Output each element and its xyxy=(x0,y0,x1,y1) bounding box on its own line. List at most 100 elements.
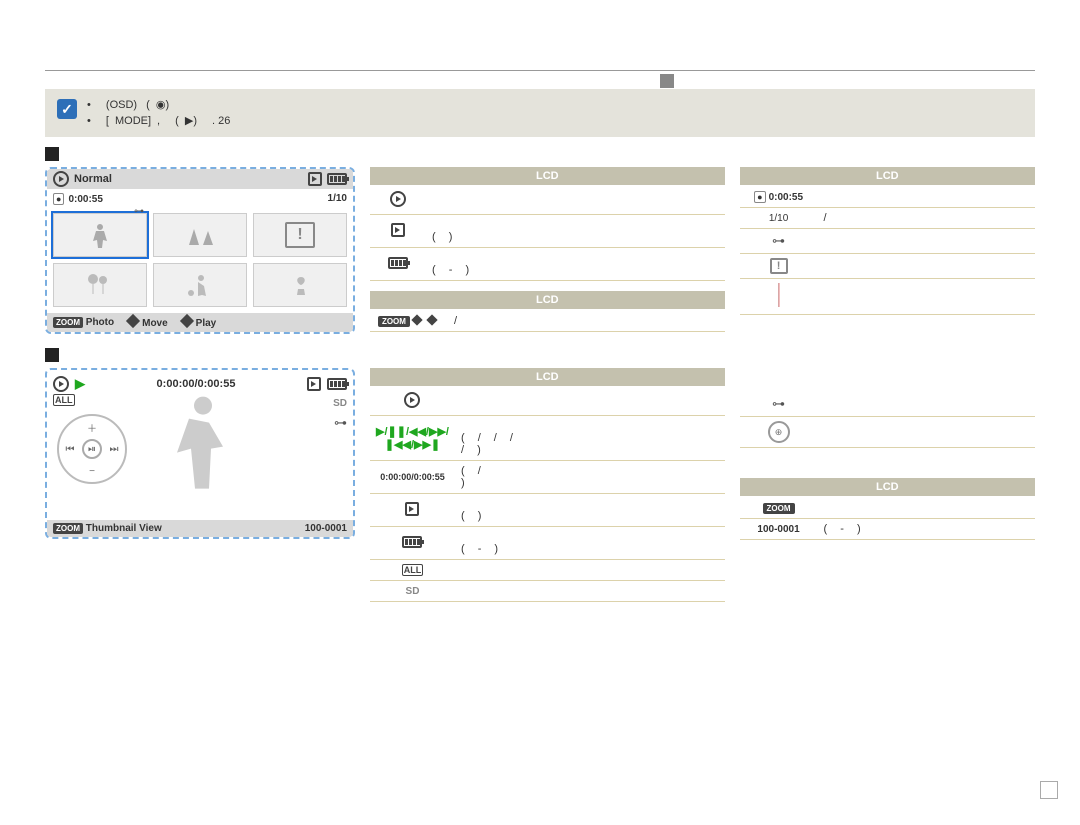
thumb-1-silhouette xyxy=(82,220,118,250)
top-rule xyxy=(45,70,1035,71)
battery-icon xyxy=(327,378,347,390)
legend-col-ef: ⊶ ⊕ LCD ZOOM 100-0001 ( - ) xyxy=(740,368,1035,540)
battery-icon xyxy=(402,536,422,548)
legend-col-a: LCD ( ) ( - ) LCD ZOOM xyxy=(370,167,725,332)
minus-icon: − xyxy=(89,466,95,477)
menu-play[interactable]: Play xyxy=(182,316,217,329)
menu-play-label: Play xyxy=(196,318,217,329)
play-mode-icon xyxy=(404,392,420,408)
all-icon: ALL xyxy=(53,394,75,406)
legend-desc xyxy=(818,187,1035,208)
legend-rec-time: 0:00:55 xyxy=(769,192,803,203)
legend-table-a: ( ) ( - ) xyxy=(370,187,725,281)
ok-icon: ⏯ xyxy=(82,439,102,459)
thumb-5[interactable] xyxy=(153,263,247,307)
legend-desc xyxy=(818,392,1035,417)
legend-row xyxy=(370,187,725,215)
legend-desc: ( ) xyxy=(426,215,725,248)
legend-row: ⊶ xyxy=(740,229,1035,254)
thumbnail-view-label: Thumbnail View xyxy=(86,523,162,534)
section-1-row: Normal ● 0:00:55 1/10 ⊶ xyxy=(45,167,1035,338)
lock-icon: ⊶ xyxy=(134,206,144,217)
diamond-icon xyxy=(411,314,422,325)
zoom-icon: ZOOM xyxy=(53,523,83,534)
lcd-title-b: LCD xyxy=(740,167,1035,185)
menu-zoom[interactable]: ZOOM Photo xyxy=(53,317,114,328)
thumb-rec-time: 0:00:55 xyxy=(68,194,102,205)
single-screen: ▶ 0:00:00/0:00:55 ALL SD ⊶ ＋ ⏮ ⏯ ⏭ xyxy=(45,368,355,539)
thumb-6[interactable] xyxy=(253,263,347,307)
legend-row: ( ) xyxy=(370,494,725,527)
note-mode-label: MODE xyxy=(115,115,148,127)
warning-icon: ! xyxy=(285,222,315,248)
thumb-4-balloons xyxy=(83,271,117,299)
note-page-ref: . 26 xyxy=(212,115,230,127)
legend-row: ALL xyxy=(370,560,725,581)
legend-row: ▶/❚❚/◀◀/▶▶/❚◀◀/▶▶❚ ( / / / / ) xyxy=(370,416,725,461)
legend-row: ( ) xyxy=(370,215,725,248)
menu-move[interactable]: Move xyxy=(128,316,168,329)
section-2-row: ▶ 0:00:00/0:00:55 ALL SD ⊶ ＋ ⏮ ⏯ ⏭ xyxy=(45,368,1035,602)
nav-circle[interactable]: ＋ ⏮ ⏯ ⏭ − xyxy=(57,414,127,484)
memory-card-icon xyxy=(405,502,419,516)
thumb-2[interactable] xyxy=(153,213,247,257)
menu-move-label: Move xyxy=(142,318,168,329)
thumb-4[interactable] xyxy=(53,263,147,307)
single-bottom-bar: ZOOM Thumbnail View 100-0001 xyxy=(47,520,353,537)
legend-table-f: ZOOM 100-0001 ( - ) xyxy=(740,498,1035,540)
thumb-1[interactable]: ⊶ xyxy=(53,213,147,257)
legend-row: ZOOM / xyxy=(370,311,725,332)
section-2-header xyxy=(45,348,1035,362)
thumb-grid: ⊶ ! xyxy=(47,209,353,313)
thumb-counter: 1/10 xyxy=(328,193,347,205)
thumbnail-screen-col: Normal ● 0:00:55 1/10 ⊶ xyxy=(45,167,355,338)
lock-icon: ⊶ xyxy=(334,415,347,431)
legend-table-c: ZOOM / xyxy=(370,311,725,332)
legend-table-d: ▶/❚❚/◀◀/▶▶/❚◀◀/▶▶❚ ( / / / / ) 0:00:00/0… xyxy=(370,388,725,602)
legend-desc xyxy=(818,498,1035,519)
zoom-icon: ZOOM xyxy=(53,317,83,328)
legend-row xyxy=(370,388,725,416)
legend-row: 0:00:00/0:00:55 ( / ) xyxy=(370,461,725,494)
legend-row: ( - ) xyxy=(370,248,725,281)
legend-row: ● 0:00:55 xyxy=(740,187,1035,208)
legend-desc xyxy=(426,187,725,215)
play-mode-icon xyxy=(390,191,406,207)
legend-counter: 1/10 xyxy=(740,208,818,229)
battery-icon xyxy=(388,257,408,269)
thumb-3[interactable]: ! xyxy=(253,213,347,257)
legend-desc: / xyxy=(448,311,725,332)
section-1-header xyxy=(45,147,1035,161)
thumb-2-sailboats xyxy=(183,221,217,249)
legend-row: SD xyxy=(370,581,725,602)
legend-desc: ( ) xyxy=(455,494,725,527)
nav-circle-icon: ⊕ xyxy=(768,421,790,443)
lcd-title-f: LCD xyxy=(740,478,1035,496)
note-line-2: • [MODE], (▶) . 26 xyxy=(87,113,1023,129)
legend-desc: ( - ) xyxy=(426,248,725,281)
legend-col-d: LCD ▶/❚❚/◀◀/▶▶/❚◀◀/▶▶❚ ( / / / / ) 0:00:… xyxy=(370,368,725,602)
legend-row: ( - ) xyxy=(370,527,725,560)
play-icon: ▶ xyxy=(75,376,85,392)
page-number-box xyxy=(1040,781,1058,799)
legend-row: 1/10 / xyxy=(740,208,1035,229)
menu-thumbnail[interactable]: ZOOM Thumbnail View xyxy=(53,523,162,534)
legend-desc xyxy=(818,279,1035,315)
legend-table-e: ⊶ ⊕ xyxy=(740,392,1035,448)
legend-table-b: ● 0:00:55 1/10 / ⊶ ! xyxy=(740,187,1035,315)
thumb-mode-label: Normal xyxy=(74,173,303,185)
legend-desc xyxy=(455,388,725,416)
legend-desc: ( - ) xyxy=(455,527,725,560)
play-mode-icon xyxy=(53,171,69,187)
thumbnail-screen: Normal ● 0:00:55 1/10 ⊶ xyxy=(45,167,355,334)
all-icon: ALL xyxy=(402,564,424,576)
legend-desc: ( / ) xyxy=(455,461,725,494)
scroll-bar-icon xyxy=(778,283,780,307)
file-number: 100-0001 xyxy=(305,523,347,534)
legend-row: 100-0001 ( - ) xyxy=(740,519,1035,540)
legend-desc xyxy=(455,560,725,581)
zoom-icon: ZOOM xyxy=(378,316,410,327)
skip-fwd-icon: ⏭ xyxy=(110,444,119,455)
legend-row: ⊶ xyxy=(740,392,1035,417)
battery-icon xyxy=(327,173,347,185)
